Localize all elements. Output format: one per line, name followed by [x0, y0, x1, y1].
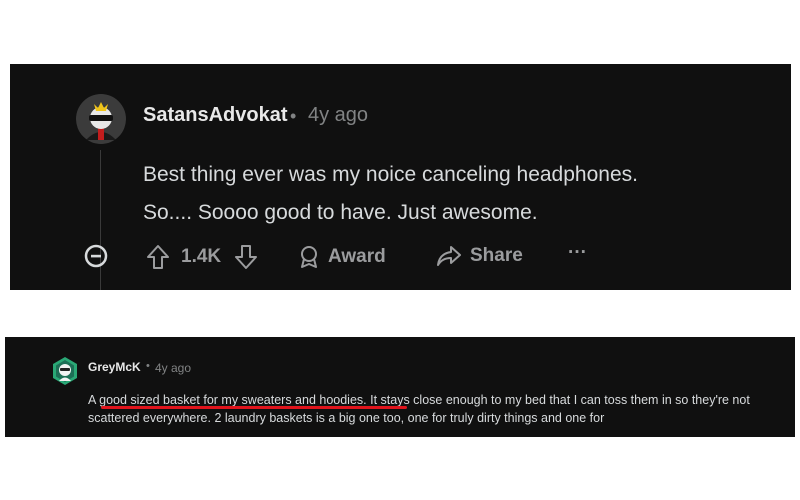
- comment-body-line: So.... Soooo good to have. Just awesome.: [143, 201, 538, 224]
- red-underline-annotation: [101, 406, 407, 409]
- comment-username[interactable]: GreyMcK: [88, 360, 141, 374]
- upvote-button[interactable]: [146, 244, 170, 270]
- comment-username[interactable]: SatansAdvokat: [143, 104, 288, 127]
- user-avatar[interactable]: [76, 94, 126, 144]
- comment-age[interactable]: 4y ago: [155, 361, 191, 375]
- comment-card-greymck: GreyMcK • 4y ago A good sized basket for…: [5, 337, 795, 437]
- downvote-button[interactable]: [234, 244, 258, 270]
- award-label: Award: [328, 246, 386, 267]
- more-options-icon: ···: [568, 242, 587, 263]
- more-options-button[interactable]: ···: [568, 242, 587, 264]
- vote-score: 1.4K: [181, 246, 222, 267]
- arrow-down-icon: [234, 244, 258, 270]
- highlighted-text: good sized basket for my sweaters and ho…: [99, 393, 364, 407]
- arrow-up-icon: [146, 244, 170, 270]
- award-icon: [298, 245, 320, 269]
- comment-age[interactable]: 4y ago: [308, 104, 368, 127]
- meta-separator: •: [290, 106, 297, 126]
- minus-circle-icon: [84, 244, 108, 268]
- user-avatar[interactable]: [51, 357, 79, 385]
- comment-card-satansadvokat: SatansAdvokat • 4y ago Best thing ever w…: [10, 64, 791, 290]
- award-button[interactable]: Award: [298, 245, 386, 269]
- comment-body-line: Best thing ever was my noice canceling h…: [143, 163, 638, 186]
- share-icon: [436, 245, 462, 267]
- body-prefix: A: [88, 393, 100, 407]
- comment-body: A good sized basket for my sweaters and …: [88, 391, 788, 427]
- meta-separator: •: [146, 360, 150, 372]
- share-button[interactable]: Share: [436, 245, 523, 267]
- collapse-button[interactable]: [84, 244, 108, 268]
- thread-line[interactable]: [100, 150, 101, 290]
- comment-body: Best thing ever was my noice canceling h…: [143, 156, 743, 232]
- share-label: Share: [470, 245, 523, 266]
